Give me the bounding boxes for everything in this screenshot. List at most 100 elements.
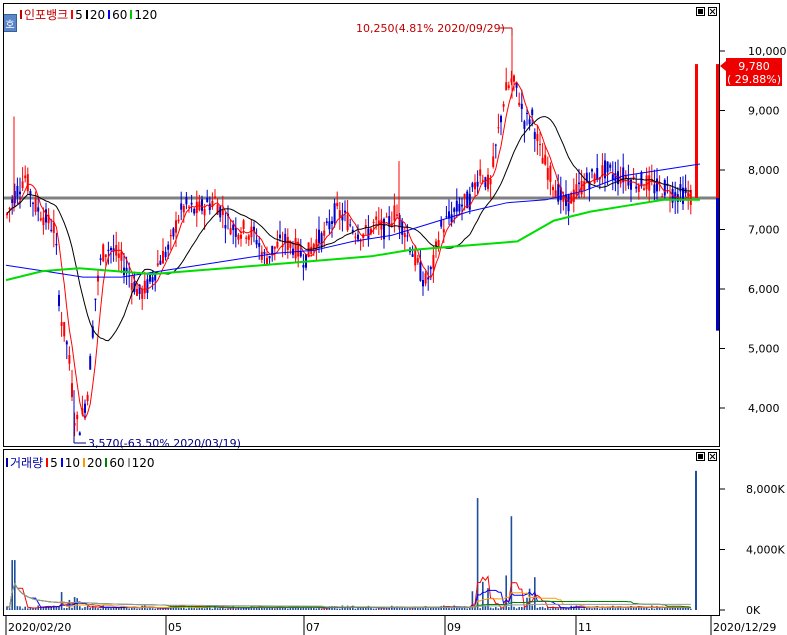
candle-body (328, 221, 331, 230)
volume-bar (27, 608, 29, 610)
candle-body (19, 191, 21, 195)
volume-bar (653, 608, 656, 610)
volume-bar (79, 606, 81, 610)
candle-body (11, 199, 14, 204)
candle-body (193, 208, 196, 214)
volume-bar (406, 608, 409, 610)
volume-bar (240, 608, 242, 610)
volume-bar (359, 607, 362, 610)
volume-bar (196, 608, 198, 610)
volume-bar (24, 606, 26, 610)
candle-body (159, 260, 162, 265)
candle-body (247, 235, 250, 240)
candle-body (367, 228, 370, 239)
volume-bar (71, 607, 73, 610)
volume-bar (89, 607, 91, 610)
volume-bar (284, 607, 286, 610)
candle-body (349, 224, 352, 226)
candle-body (440, 220, 443, 227)
candle-body (32, 202, 34, 204)
candle-body (268, 255, 271, 259)
candle-body (320, 233, 323, 248)
x-axis-label: 09 (447, 621, 461, 634)
volume-bar (154, 608, 156, 610)
candle-body (68, 355, 71, 364)
volume-bar (404, 607, 406, 610)
candle-body (546, 167, 549, 180)
candle-body (476, 181, 479, 187)
price-scale-up-bar (716, 64, 719, 198)
volume-bar (539, 607, 541, 610)
last-candle-body (695, 64, 698, 198)
candle-body (169, 235, 172, 237)
volume-bar (66, 607, 68, 610)
volume-bar (219, 608, 221, 610)
candle-body (344, 210, 346, 213)
candle-body (505, 82, 508, 91)
candle-body (42, 217, 45, 226)
candle-body (432, 254, 435, 269)
candle-body (203, 209, 206, 216)
candle-body (37, 207, 40, 212)
volume-bar (375, 608, 377, 610)
candle-body (162, 250, 164, 264)
candle-body (86, 394, 89, 402)
candle-body (411, 254, 414, 257)
candle-body (8, 207, 11, 210)
stock-chart-canvas[interactable]: 10,000 9,000 8,000 7,000 6,000 5,000 4,000 10,2… (0, 0, 787, 635)
candle-body (450, 214, 453, 223)
candle-body (258, 243, 261, 247)
candle-body (279, 234, 281, 239)
candle-body (107, 249, 110, 252)
candle-body (39, 218, 42, 221)
volume-bar (409, 608, 411, 610)
volume-bar (336, 608, 338, 610)
candle-body (385, 216, 388, 218)
volume-bar (185, 608, 188, 610)
candle-body (661, 195, 664, 197)
volume-bar (86, 605, 89, 610)
ma20-line (6, 116, 691, 342)
candle-body (364, 225, 367, 228)
candle-body (273, 246, 276, 249)
candle-body (442, 229, 445, 233)
candle-body (263, 251, 266, 254)
candle-body (544, 154, 547, 165)
candle-body (424, 273, 427, 284)
volume-bar (211, 608, 214, 610)
candle-body (242, 220, 245, 229)
candle-body (461, 204, 463, 207)
volume-bar (557, 608, 559, 610)
candle-body (190, 202, 193, 205)
candle-body (643, 188, 645, 190)
candle-body (26, 174, 29, 192)
candle-body (536, 133, 539, 142)
volume-bar (248, 608, 250, 610)
volume-bar (84, 606, 86, 610)
candle-body (487, 174, 489, 190)
volume-bar (422, 607, 424, 610)
price-y-tick-label: 8,000 (748, 164, 780, 177)
candle-body (455, 200, 458, 212)
candle-body (294, 238, 297, 259)
candle-body (97, 275, 99, 282)
volume-bar (193, 608, 195, 610)
candle-body (237, 234, 240, 240)
volume-ma120-line (6, 582, 691, 608)
candle-body (175, 220, 177, 233)
volume-bar (58, 606, 60, 610)
x-axis-label: 2020/02/20 (8, 621, 71, 634)
candle-body (645, 175, 648, 190)
candle-body (583, 181, 586, 191)
volume-bar (560, 608, 562, 610)
candle-body (403, 233, 406, 238)
candle-body (635, 186, 638, 189)
candle-body (414, 250, 417, 266)
candle-body (151, 277, 154, 283)
candle-body (541, 157, 544, 164)
volume-bar (313, 607, 315, 610)
candle-body (45, 209, 47, 223)
candle-body (494, 144, 497, 146)
volume-bar (690, 608, 692, 610)
volume-bar (661, 608, 663, 610)
